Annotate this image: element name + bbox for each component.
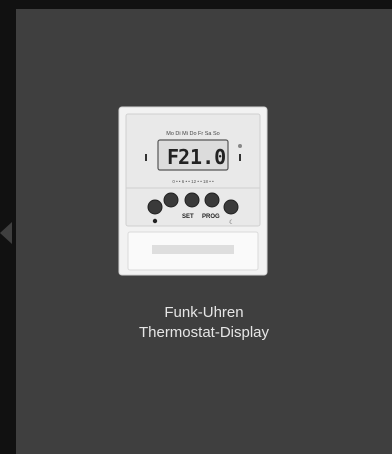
caption-line-1: Funk-Uhren	[164, 304, 244, 321]
product-caption[interactable]: Funk-Uhren Thermostat-Display	[16, 303, 392, 343]
weekday-labels: Mo Di Mi Do Fr Sa So	[166, 131, 219, 137]
caption-line-2: Thermostat-Display	[138, 324, 270, 341]
thermostat-display-image: Mo Di Mi Do Fr Sa So F 21.0 0 • • 6 • • …	[118, 106, 268, 276]
prog-button-label: PROG	[202, 214, 220, 220]
temperature-display: 21.0	[178, 145, 226, 169]
selection-pointer-icon	[0, 222, 12, 244]
set-button-label: SET	[182, 214, 194, 220]
svg-text:0 • • 6 • • 12 • • 18 • •: 0 • • 6 • • 12 • • 18 • •	[172, 179, 214, 184]
svg-text:☾: ☾	[229, 219, 234, 226]
